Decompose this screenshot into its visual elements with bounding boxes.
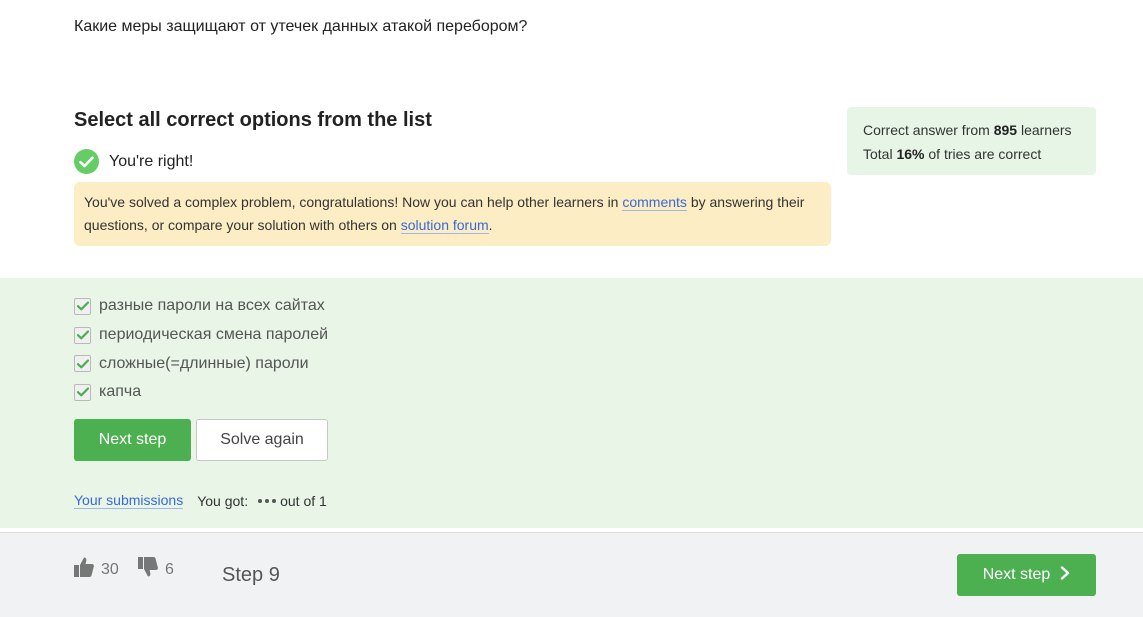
solution-forum-link[interactable]: solution forum xyxy=(400,217,489,234)
option-label: капча xyxy=(99,383,142,401)
likes-count: 30 xyxy=(101,560,119,578)
checkbox-checked-icon[interactable] xyxy=(74,326,91,344)
option-label: сложные(=длинные) пароли xyxy=(99,354,309,372)
feedback-status: You're right! xyxy=(74,149,193,174)
percent-stat: Total 16% of tries are correct xyxy=(863,146,1042,162)
out-of-label: out of 1 xyxy=(280,492,327,509)
option-item[interactable]: разные пароли на всех сайтах xyxy=(74,292,328,321)
status-text: You're right! xyxy=(109,152,194,170)
your-submissions-link[interactable]: Your submissions xyxy=(74,492,184,509)
learners-stat: Correct answer from 895 learners xyxy=(863,122,1072,138)
notice-text: You've solved a complex problem, congrat… xyxy=(84,194,623,210)
step-indicator: Step 9 xyxy=(222,564,280,586)
footer-bar: 30 6 Step 9 Next step xyxy=(0,532,1143,617)
checkbox-checked-icon[interactable] xyxy=(74,355,91,373)
like-button[interactable]: 30 xyxy=(73,556,119,583)
stats-panel: Correct answer from 895 learners Total 1… xyxy=(847,107,1096,175)
success-notice: You've solved a complex problem, congrat… xyxy=(74,182,831,246)
task-heading: Select all correct options from the list xyxy=(74,109,432,131)
options-list: разные пароли на всех сайтах периодическ… xyxy=(74,292,328,407)
thumbs-up-icon xyxy=(73,556,95,583)
option-label: разные пароли на всех сайтах xyxy=(99,297,325,315)
checkbox-checked-icon[interactable] xyxy=(74,297,91,315)
you-got-label: You got: xyxy=(197,492,249,509)
comments-link[interactable]: comments xyxy=(622,194,687,211)
notice-text: . xyxy=(488,217,493,233)
option-label: периодическая смена паролей xyxy=(99,326,329,344)
next-step-button[interactable]: Next step xyxy=(74,419,191,461)
thumbs-down-icon xyxy=(137,556,159,583)
learners-count: 895 xyxy=(993,122,1018,138)
option-item[interactable]: периодическая смена паролей xyxy=(74,321,328,350)
dislikes-count: 6 xyxy=(165,560,174,578)
checkbox-checked-icon[interactable] xyxy=(74,383,91,401)
question-text: Какие меры защищают от утечек данных ата… xyxy=(74,18,528,35)
loading-dots-icon xyxy=(258,498,277,503)
footer-next-step-button[interactable]: Next step xyxy=(957,554,1096,596)
percent-correct: 16% xyxy=(896,146,925,162)
check-circle-icon xyxy=(74,149,99,174)
solve-again-button[interactable]: Solve again xyxy=(196,419,328,461)
submissions-row: Your submissions You got: out of 1 xyxy=(74,492,327,509)
dislike-button[interactable]: 6 xyxy=(137,556,174,583)
chevron-right-icon xyxy=(1060,565,1070,585)
footer-next-step-label: Next step xyxy=(982,566,1051,583)
option-item[interactable]: капча xyxy=(74,378,328,407)
option-item[interactable]: сложные(=длинные) пароли xyxy=(74,349,328,378)
